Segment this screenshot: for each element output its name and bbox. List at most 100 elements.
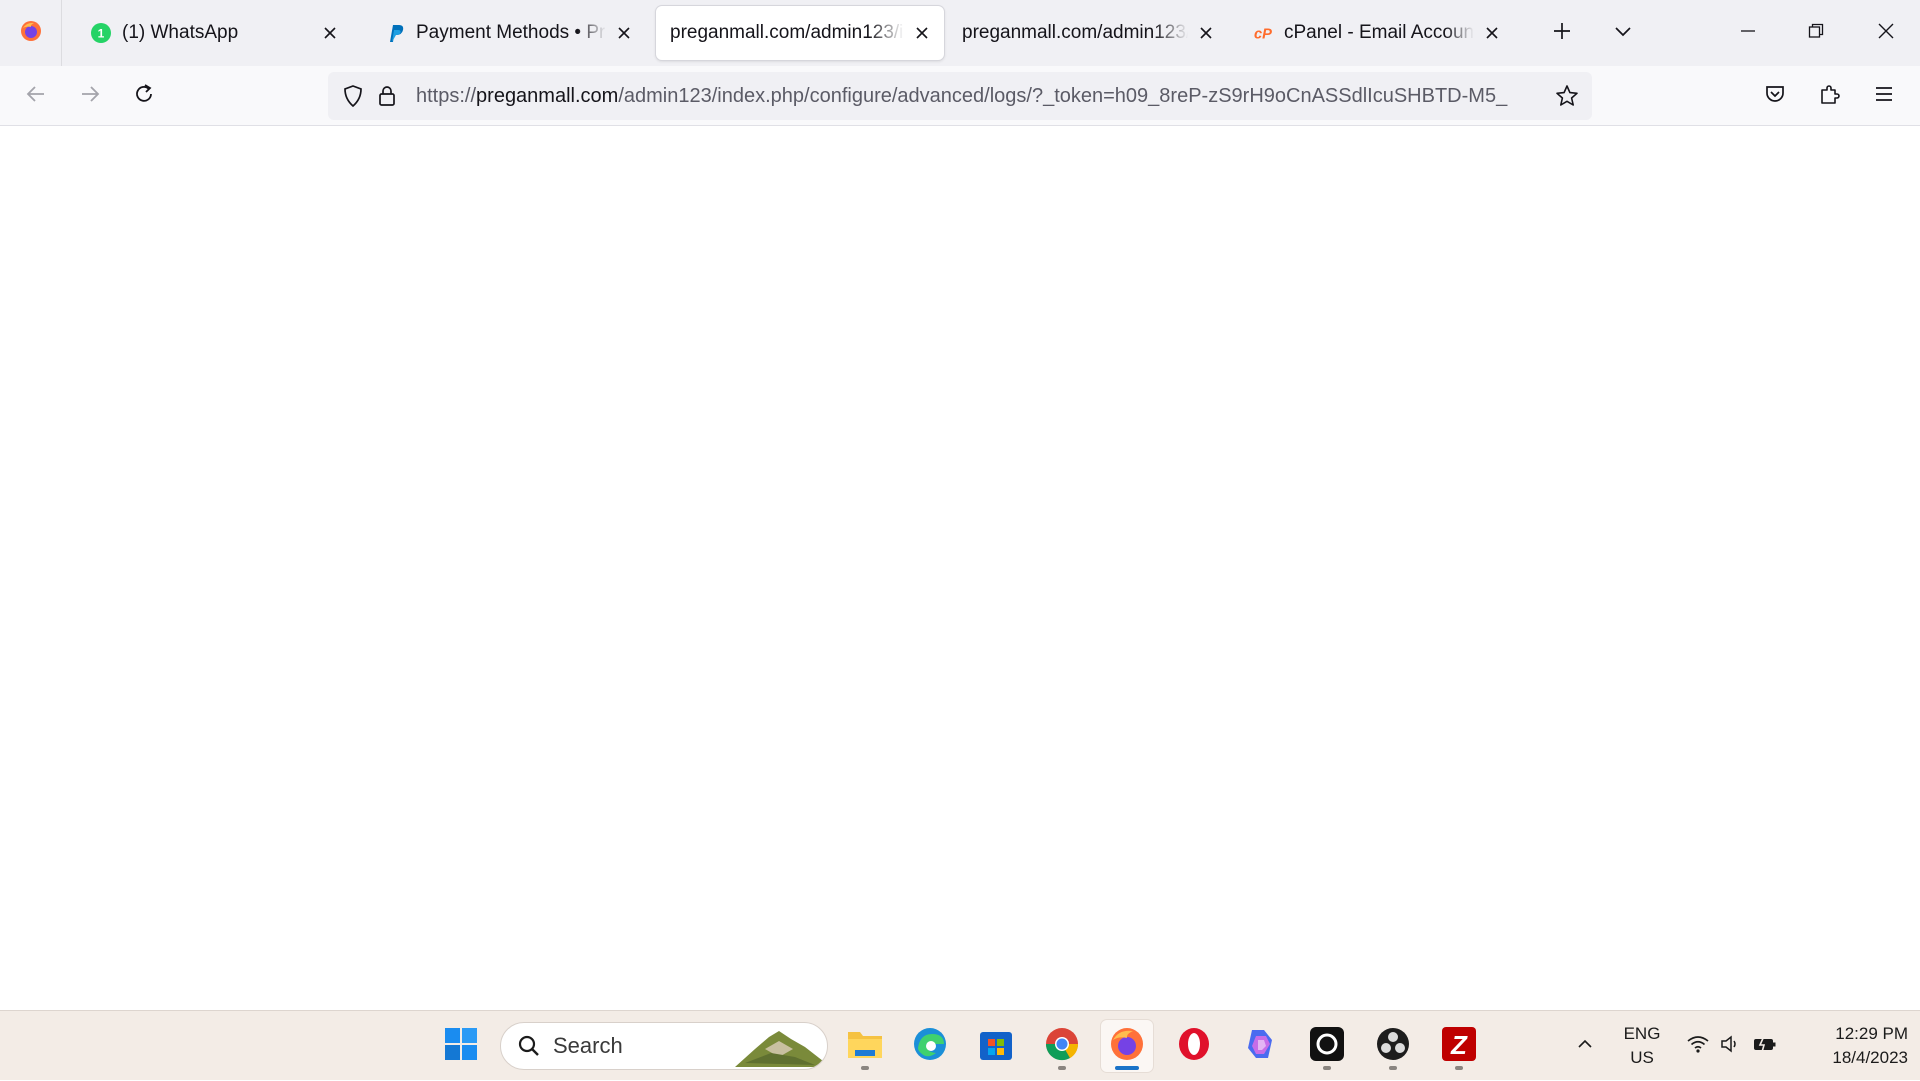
tab-cpanel-email[interactable]: cP cPanel - Email Accounts <box>1232 6 1514 60</box>
back-button[interactable] <box>16 76 56 116</box>
arrow-right-icon <box>79 83 101 110</box>
taskbar-firefox[interactable] <box>1101 1020 1153 1072</box>
tracking-protection-shield-icon[interactable] <box>338 81 368 111</box>
obs-studio-icon <box>1375 1026 1411 1067</box>
filezilla-icon: Z <box>1441 1026 1477 1067</box>
close-tab-icon[interactable] <box>908 19 936 47</box>
taskbar-edge[interactable] <box>904 1020 956 1072</box>
taskbar-capture-app[interactable] <box>1301 1020 1353 1072</box>
windows-start-icon <box>444 1027 478 1066</box>
tab-whatsapp[interactable]: 1 (1) WhatsApp <box>70 6 352 60</box>
running-indicator <box>1389 1066 1397 1070</box>
restore-button[interactable] <box>1782 0 1850 66</box>
chevron-up-icon <box>1576 1035 1594 1058</box>
forward-button[interactable] <box>70 76 110 116</box>
lock-icon[interactable] <box>372 81 402 111</box>
reload-button[interactable] <box>124 76 164 116</box>
running-indicator <box>1455 1066 1463 1070</box>
address-bar[interactable]: https://preganmall.com/admin123/index.ph… <box>328 72 1592 120</box>
quick-settings-button[interactable] <box>1682 1011 1782 1081</box>
close-tab-icon[interactable] <box>1192 19 1220 47</box>
language-code: ENG <box>1623 1024 1661 1043</box>
list-all-tabs-button[interactable] <box>1604 14 1642 52</box>
tab-title: Payment Methods • Pregan <box>416 22 606 43</box>
firefox-icon <box>19 19 43 48</box>
restore-icon <box>1808 23 1824 44</box>
close-window-button[interactable] <box>1852 0 1920 66</box>
close-icon <box>1877 22 1895 45</box>
tab-strip: 1 (1) WhatsApp Payment Methods • Pregan … <box>0 0 1920 66</box>
reload-icon <box>133 83 155 110</box>
url-path: /admin123/index.php/configure/advanced/l… <box>618 84 1508 107</box>
navigation-toolbar: https://preganmall.com/admin123/index.ph… <box>0 66 1920 126</box>
tab-title: preganmall.com/admin123/index.php <box>962 22 1188 43</box>
close-tab-icon[interactable] <box>316 19 344 47</box>
capture-icon <box>1309 1026 1345 1067</box>
minimize-button[interactable] <box>1714 0 1782 66</box>
search-highlight-image <box>735 1027 823 1069</box>
running-indicator <box>861 1066 869 1070</box>
plus-icon <box>1552 21 1572 46</box>
close-tab-icon[interactable] <box>1478 19 1506 47</box>
url-text[interactable]: https://preganmall.com/admin123/index.ph… <box>416 85 1516 108</box>
bookmark-star-icon[interactable] <box>1552 81 1582 111</box>
running-indicator <box>1323 1066 1331 1070</box>
clock-time: 12:29 PM <box>1835 1024 1908 1043</box>
svg-text:cP: cP <box>1254 27 1272 43</box>
tab-payment-methods[interactable]: Payment Methods • Pregan <box>364 6 646 60</box>
microsoft-store-icon <box>978 1026 1014 1067</box>
edge-icon <box>912 1026 948 1067</box>
firefox-view-button[interactable] <box>0 0 62 66</box>
url-host: preganmall.com <box>476 84 619 107</box>
taskbar-chrome[interactable] <box>1036 1020 1088 1072</box>
taskbar-opera[interactable] <box>1168 1020 1220 1072</box>
cpanel-icon: cP <box>1252 22 1274 44</box>
arrow-left-icon <box>25 83 47 110</box>
pocket-icon <box>1764 83 1786 110</box>
pocket-button[interactable] <box>1755 76 1795 116</box>
extensions-button[interactable] <box>1810 76 1850 116</box>
taskbar-copilot[interactable] <box>1234 1020 1286 1072</box>
taskbar-file-explorer[interactable] <box>839 1020 891 1072</box>
clock-button[interactable]: 12:29 PM 18/4/2023 <box>1796 1011 1908 1081</box>
wifi-icon <box>1686 1034 1710 1059</box>
hamburger-menu-icon <box>1874 84 1894 109</box>
svg-text:Z: Z <box>1450 1030 1468 1060</box>
puzzle-piece-icon <box>1818 82 1842 111</box>
start-button[interactable] <box>435 1020 487 1072</box>
file-explorer-icon <box>847 1028 883 1065</box>
paypal-icon <box>384 22 406 44</box>
opera-icon <box>1176 1026 1212 1067</box>
tab-title: (1) WhatsApp <box>122 22 239 43</box>
tab-title: preganmall.com/admin123/index.php <box>670 22 904 43</box>
taskbar-microsoft-store[interactable] <box>970 1020 1022 1072</box>
tab-title: cPanel - Email Accounts <box>1284 22 1474 43</box>
chrome-icon <box>1044 1026 1080 1067</box>
new-tab-button[interactable] <box>1543 14 1581 52</box>
keyboard-region: US <box>1630 1048 1654 1067</box>
copilot-icon <box>1242 1026 1278 1067</box>
url-scheme: https:// <box>416 84 477 107</box>
tab-preganmall-admin[interactable]: preganmall.com/admin123/index.php <box>948 6 1228 60</box>
chevron-down-icon <box>1613 21 1633 46</box>
running-indicator <box>1058 1066 1066 1070</box>
whatsapp-icon: 1 <box>90 22 112 44</box>
search-icon <box>517 1034 541 1058</box>
active-indicator <box>1115 1066 1139 1070</box>
taskbar-search[interactable]: Search <box>500 1022 828 1070</box>
volume-icon <box>1720 1034 1742 1059</box>
clock-date: 18/4/2023 <box>1832 1048 1908 1067</box>
tab-preganmall-admin-active[interactable]: preganmall.com/admin123/index.php <box>656 6 944 60</box>
app-menu-button[interactable] <box>1864 76 1904 116</box>
taskbar-obs-studio[interactable] <box>1367 1020 1419 1072</box>
search-label: Search <box>553 1033 623 1058</box>
svg-text:1: 1 <box>98 27 105 41</box>
close-tab-icon[interactable] <box>610 19 638 47</box>
minimize-icon <box>1740 23 1756 44</box>
page-content-area <box>0 127 1920 1010</box>
taskbar: Search Z ENG US 12:29 PM 18/4/2023 <box>0 1010 1920 1080</box>
input-language-button[interactable]: ENG US <box>1614 1011 1670 1081</box>
taskbar-filezilla[interactable]: Z <box>1433 1020 1485 1072</box>
firefox-icon <box>1109 1026 1145 1067</box>
show-hidden-icons-button[interactable] <box>1568 1011 1602 1081</box>
